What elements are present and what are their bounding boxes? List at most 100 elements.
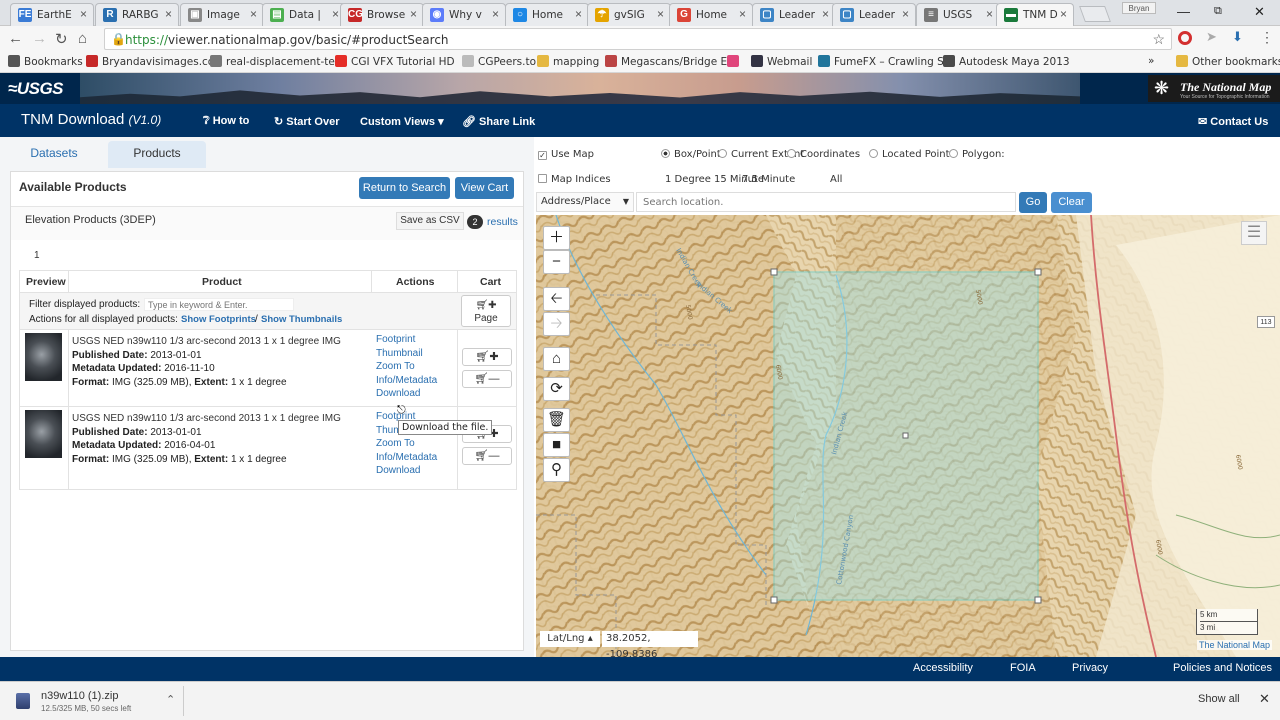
footer-foia-link[interactable]: FOIA (1010, 662, 1036, 674)
action-link[interactable]: Zoom To (376, 437, 437, 451)
download-item[interactable]: n39w110 (1).zip 12.5/325 MB, 50 secs lef… (8, 686, 184, 716)
tab-close-icon[interactable]: × (165, 7, 172, 21)
action-link[interactable]: Zoom To (376, 360, 437, 374)
map-refresh-button[interactable]: ⟳ (543, 377, 570, 401)
url-input[interactable]: 🔒 https://viewer.nationalmap.gov/basic/#… (104, 28, 1172, 50)
tab-close-icon[interactable]: × (410, 7, 417, 21)
save-csv-button[interactable]: Save as CSV (396, 212, 464, 230)
browser-tab[interactable]: ○ Home × (505, 3, 589, 26)
index-radio[interactable]: 1 Degree (665, 174, 711, 185)
start-over-button[interactable]: ↻ Start Over (274, 115, 339, 128)
tab-close-icon[interactable]: × (902, 7, 909, 21)
download-extension-icon[interactable]: ⬇ (1232, 29, 1243, 45)
home-icon[interactable]: ⌂ (78, 30, 87, 47)
area-mode-radio[interactable]: Located Point (869, 149, 950, 160)
bookmarks-more-icon[interactable]: » (1148, 55, 1154, 67)
map-view[interactable]: Indian Creek Indian Creek Cottonwood Can… (536, 215, 1280, 657)
action-link[interactable]: Footprint (376, 333, 437, 347)
location-search-input[interactable] (636, 192, 1016, 212)
return-to-search-button[interactable]: Return to Search (359, 177, 450, 199)
footer-policies-link[interactable]: Policies and Notices (1173, 662, 1272, 674)
tab-close-icon[interactable]: × (332, 7, 339, 21)
browser-tab[interactable]: ☂ gvSIG × (587, 3, 671, 26)
map-home-button[interactable]: ⌂ (543, 347, 570, 371)
minimize-icon[interactable]: — (1177, 4, 1190, 19)
tab-close-icon[interactable]: × (492, 7, 499, 21)
bookmark-item[interactable] (727, 55, 743, 68)
area-mode-radio[interactable]: Box/Point (661, 149, 721, 160)
bookmark-item[interactable]: CGPeers.to (462, 55, 536, 68)
show-all-downloads-button[interactable]: Show all (1198, 693, 1240, 705)
show-thumbnails-link[interactable]: Show Thumbnails (261, 314, 342, 325)
tab-datasets[interactable]: Datasets (12, 141, 96, 168)
custom-views-dropdown[interactable]: Custom Views ▾ (360, 115, 444, 128)
tnm-logo[interactable]: ❋ The National Map Your Source for Topog… (1148, 75, 1280, 102)
footer-privacy-link[interactable]: Privacy (1072, 662, 1108, 674)
browser-tab[interactable]: ▤ Data | × (262, 3, 346, 26)
delete-drawing-button[interactable]: 🗑︎ (543, 408, 570, 432)
browser-tab[interactable]: ▬ TNM D × (996, 3, 1074, 27)
forward-icon[interactable]: → (32, 30, 47, 47)
back-icon[interactable]: ← (8, 30, 23, 47)
close-window-icon[interactable]: ✕ (1254, 4, 1265, 20)
area-mode-radio[interactable]: Coordinates (787, 149, 860, 160)
footer-accessibility-link[interactable]: Accessibility (913, 662, 973, 674)
usgs-logo[interactable]: ≈USGS (8, 79, 64, 99)
menu-icon[interactable]: ⋮ (1260, 29, 1274, 46)
close-shelf-icon[interactable]: ✕ (1259, 691, 1270, 707)
tab-products[interactable]: Products (108, 141, 206, 168)
bookmark-item[interactable]: Bookmarks (8, 55, 83, 68)
browser-tab[interactable]: G Home × (669, 3, 753, 26)
tab-close-icon[interactable]: × (80, 7, 87, 21)
zoom-out-button[interactable]: − (543, 250, 570, 274)
bookmark-item[interactable]: Megascans/Bridge Ex (605, 55, 733, 68)
extension-icon[interactable]: ➤ (1206, 29, 1217, 45)
add-page-to-cart-button[interactable]: 🛒︎✚ Page (461, 295, 511, 327)
other-bookmarks[interactable]: Other bookmarks (1176, 55, 1280, 68)
area-mode-radio[interactable]: Polygon: (949, 149, 1005, 160)
product-thumbnail[interactable] (25, 333, 62, 381)
opera-extension-icon[interactable] (1178, 31, 1192, 45)
reload-icon[interactable]: ↻ (55, 30, 68, 48)
map-forward-button[interactable]: 🡢︎ (543, 312, 570, 336)
map-attribution[interactable]: The National Map (1197, 640, 1273, 650)
tab-close-icon[interactable]: × (822, 7, 829, 21)
draw-point-button[interactable]: ⚲ (543, 458, 570, 482)
action-link[interactable]: Download (376, 464, 437, 478)
action-link[interactable]: Thumbnail (376, 347, 437, 361)
remove-from-cart-button[interactable]: 🛒︎— (462, 447, 512, 465)
map-back-button[interactable]: 🡠︎ (543, 287, 570, 311)
bookmark-item[interactable]: Bryandavisimages.co (86, 55, 214, 68)
add-to-cart-button[interactable]: 🛒︎✚ (462, 348, 512, 366)
latlng-selector[interactable]: Lat/Lng ▴ (540, 631, 600, 647)
maximize-icon[interactable]: ⧉ (1214, 5, 1222, 18)
contact-us-button[interactable]: ✉ Contact Us (1198, 115, 1268, 128)
product-thumbnail[interactable] (25, 410, 62, 458)
page-number[interactable]: 1 (34, 250, 40, 261)
browser-tab[interactable]: ≡ USGS × (916, 3, 1000, 26)
clear-button[interactable]: Clear (1051, 192, 1092, 213)
index-radio[interactable]: 7.5 Minute (742, 174, 795, 185)
bookmark-item[interactable]: CGI VFX Tutorial HD (335, 55, 455, 68)
draw-box-button[interactable]: ■ (543, 433, 570, 457)
map-indices-checkbox[interactable]: Map Indices (538, 174, 611, 185)
tab-close-icon[interactable]: × (1060, 7, 1067, 21)
bookmark-item[interactable]: real-displacement-te (210, 55, 335, 68)
bookmark-item[interactable]: Autodesk Maya 2013 (943, 55, 1070, 68)
action-link[interactable]: Info/Metadata (376, 451, 437, 465)
new-tab-button[interactable] (1079, 6, 1111, 22)
action-link[interactable]: Info/Metadata (376, 374, 437, 388)
browser-tab[interactable]: ▢ Leader × (752, 3, 836, 26)
browser-tab[interactable]: ◉ Why v × (422, 3, 506, 26)
filter-input[interactable] (144, 298, 294, 311)
bookmark-item[interactable]: FumeFX – Crawling St (818, 55, 948, 68)
tab-close-icon[interactable]: × (986, 7, 993, 21)
share-link-button[interactable]: 🔗︎ Share Link (462, 115, 535, 128)
tab-close-icon[interactable]: × (657, 7, 664, 21)
search-type-select[interactable]: Address/Place ▼ (536, 192, 634, 212)
tab-close-icon[interactable]: × (575, 7, 582, 21)
show-footprints-link[interactable]: Show Footprints (181, 314, 256, 325)
view-cart-button[interactable]: View Cart (455, 177, 514, 199)
browser-tab[interactable]: FE EarthE × (10, 3, 94, 26)
zoom-in-button[interactable]: ＋ (543, 226, 570, 250)
